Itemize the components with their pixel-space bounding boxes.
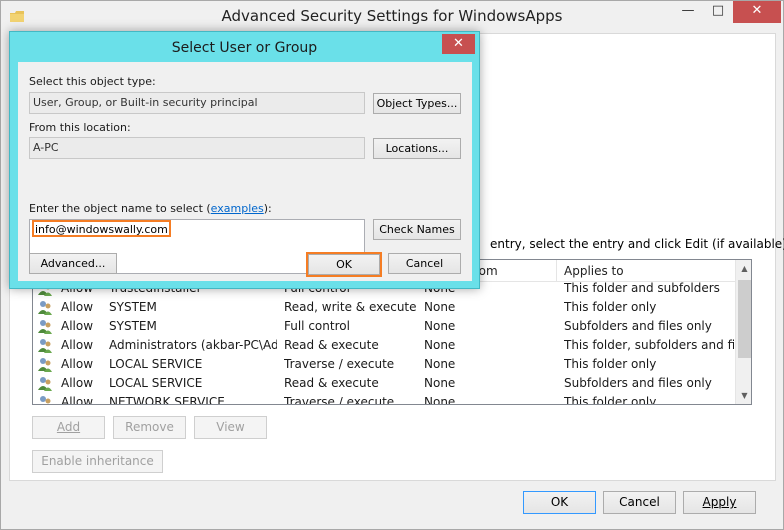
- enable-inheritance-label: Enable inheritance: [41, 454, 154, 468]
- scroll-down-icon[interactable]: ▼: [736, 387, 751, 404]
- remove-button[interactable]: Remove: [113, 416, 186, 439]
- dialog-ok-button[interactable]: OK: [306, 252, 382, 277]
- users-icon: [37, 356, 53, 372]
- object-name-label-suffix: ):: [263, 202, 272, 215]
- cell-applies-to: This folder only: [564, 300, 657, 314]
- cell-access: Read, write & execute: [284, 300, 416, 314]
- table-row[interactable]: Allow SYSTEM Read, write & execute None …: [33, 298, 735, 317]
- cell-applies-to: This folder, subfolders and files: [564, 338, 734, 352]
- enable-inheritance-button[interactable]: Enable inheritance: [32, 450, 163, 473]
- dialog-body: Select this object type: User, Group, or…: [18, 62, 472, 281]
- cell-principal: SYSTEM: [109, 319, 157, 333]
- cell-inherited-from: None: [424, 357, 456, 371]
- table-row[interactable]: Allow LOCAL SERVICE Read & execute None …: [33, 374, 735, 393]
- table-row[interactable]: Allow SYSTEM Full control None Subfolder…: [33, 317, 735, 336]
- locations-button[interactable]: Locations...: [373, 138, 461, 159]
- advanced-label: Advanced...: [40, 257, 106, 270]
- select-user-or-group-dialog: Select User or Group ✕ Select this objec…: [9, 31, 480, 289]
- add-button-label: Add: [56, 420, 81, 434]
- remove-button-label: Remove: [125, 420, 174, 434]
- minimize-button[interactable]: —: [673, 1, 703, 23]
- table-row[interactable]: Allow LOCAL SERVICE Traverse / execute N…: [33, 355, 735, 374]
- cell-type: Allow: [61, 338, 94, 352]
- cell-applies-to: This folder only: [564, 357, 657, 371]
- header-applies-to[interactable]: Applies to: [564, 264, 624, 278]
- object-type-field: User, Group, or Built-in security princi…: [29, 92, 365, 114]
- cell-applies-to: This folder and subfolders: [564, 281, 720, 295]
- scroll-thumb[interactable]: [738, 280, 751, 358]
- cell-access: Traverse / execute: [284, 395, 395, 405]
- cell-type: Allow: [61, 376, 94, 390]
- cell-type: Allow: [61, 319, 94, 333]
- main-ok-label: OK: [550, 495, 569, 509]
- check-names-button[interactable]: Check Names: [373, 219, 461, 240]
- cell-access: Traverse / execute: [284, 357, 395, 371]
- main-cancel-label: Cancel: [619, 495, 660, 509]
- dialog-title: Select User or Group: [171, 40, 318, 56]
- cell-inherited-from: None: [424, 338, 456, 352]
- check-names-label: Check Names: [379, 223, 455, 236]
- add-button[interactable]: Add: [32, 416, 105, 439]
- cell-inherited-from: None: [424, 300, 456, 314]
- dialog-cancel-label: Cancel: [405, 257, 444, 270]
- location-field: A-PC: [29, 137, 365, 159]
- cell-access: Full control: [284, 319, 350, 333]
- cell-principal: LOCAL SERVICE: [109, 357, 203, 371]
- object-name-label-prefix: Enter the object name to select (: [29, 202, 211, 215]
- apply-button[interactable]: Apply: [683, 491, 756, 514]
- cell-principal: LOCAL SERVICE: [109, 376, 203, 390]
- cell-access: Read & execute: [284, 338, 379, 352]
- table-row[interactable]: Allow Administrators (akbar-PC\Ad... Rea…: [33, 336, 735, 355]
- cell-applies-to: This folder only: [564, 395, 657, 405]
- cell-inherited-from: None: [424, 376, 456, 390]
- users-icon: [37, 337, 53, 353]
- object-type-label: Select this object type:: [29, 75, 156, 88]
- location-label: From this location:: [29, 121, 131, 134]
- users-icon: [37, 299, 53, 315]
- cell-principal: NETWORK SERVICE: [109, 395, 225, 405]
- table-scrollbar[interactable]: ▲ ▼: [735, 260, 751, 404]
- cell-access: Read & execute: [284, 376, 379, 390]
- users-icon: [37, 375, 53, 391]
- table-row[interactable]: Allow NETWORK SERVICE Traverse / execute…: [33, 393, 735, 405]
- cell-inherited-from: None: [424, 319, 456, 333]
- permission-instructions: entry, select the entry and click Edit (…: [490, 237, 784, 251]
- cell-applies-to: Subfolders and files only: [564, 319, 712, 333]
- users-icon: [37, 318, 53, 334]
- main-ok-button[interactable]: OK: [523, 491, 596, 514]
- cell-applies-to: Subfolders and files only: [564, 376, 712, 390]
- view-button-label: View: [216, 420, 245, 434]
- dialog-cancel-button[interactable]: Cancel: [388, 253, 461, 274]
- main-window-title: Advanced Security Settings for WindowsAp…: [221, 7, 563, 25]
- main-close-button[interactable]: ✕: [733, 1, 781, 23]
- cell-type: Allow: [61, 300, 94, 314]
- cell-type: Allow: [61, 357, 94, 371]
- locations-label: Locations...: [385, 142, 449, 155]
- maximize-button[interactable]: □: [703, 1, 733, 23]
- examples-link[interactable]: examples: [211, 202, 264, 215]
- object-types-button[interactable]: Object Types...: [373, 93, 461, 114]
- cell-inherited-from: None: [424, 395, 456, 405]
- main-titlebar[interactable]: Advanced Security Settings for WindowsAp…: [1, 1, 783, 33]
- dialog-close-button[interactable]: ✕: [442, 34, 475, 54]
- cell-principal: Administrators (akbar-PC\Ad...: [109, 338, 277, 352]
- apply-label: Apply: [702, 495, 737, 509]
- object-name-value: info@windowswally.com: [32, 220, 171, 237]
- object-types-label: Object Types...: [376, 97, 458, 110]
- main-cancel-button[interactable]: Cancel: [603, 491, 676, 514]
- cell-principal: SYSTEM: [109, 300, 157, 314]
- object-name-label: Enter the object name to select (example…: [29, 202, 272, 215]
- scroll-up-icon[interactable]: ▲: [736, 260, 751, 277]
- users-icon: [37, 394, 53, 404]
- advanced-button[interactable]: Advanced...: [29, 253, 117, 274]
- dialog-ok-label: OK: [336, 258, 352, 271]
- view-button[interactable]: View: [194, 416, 267, 439]
- cell-type: Allow: [61, 395, 94, 405]
